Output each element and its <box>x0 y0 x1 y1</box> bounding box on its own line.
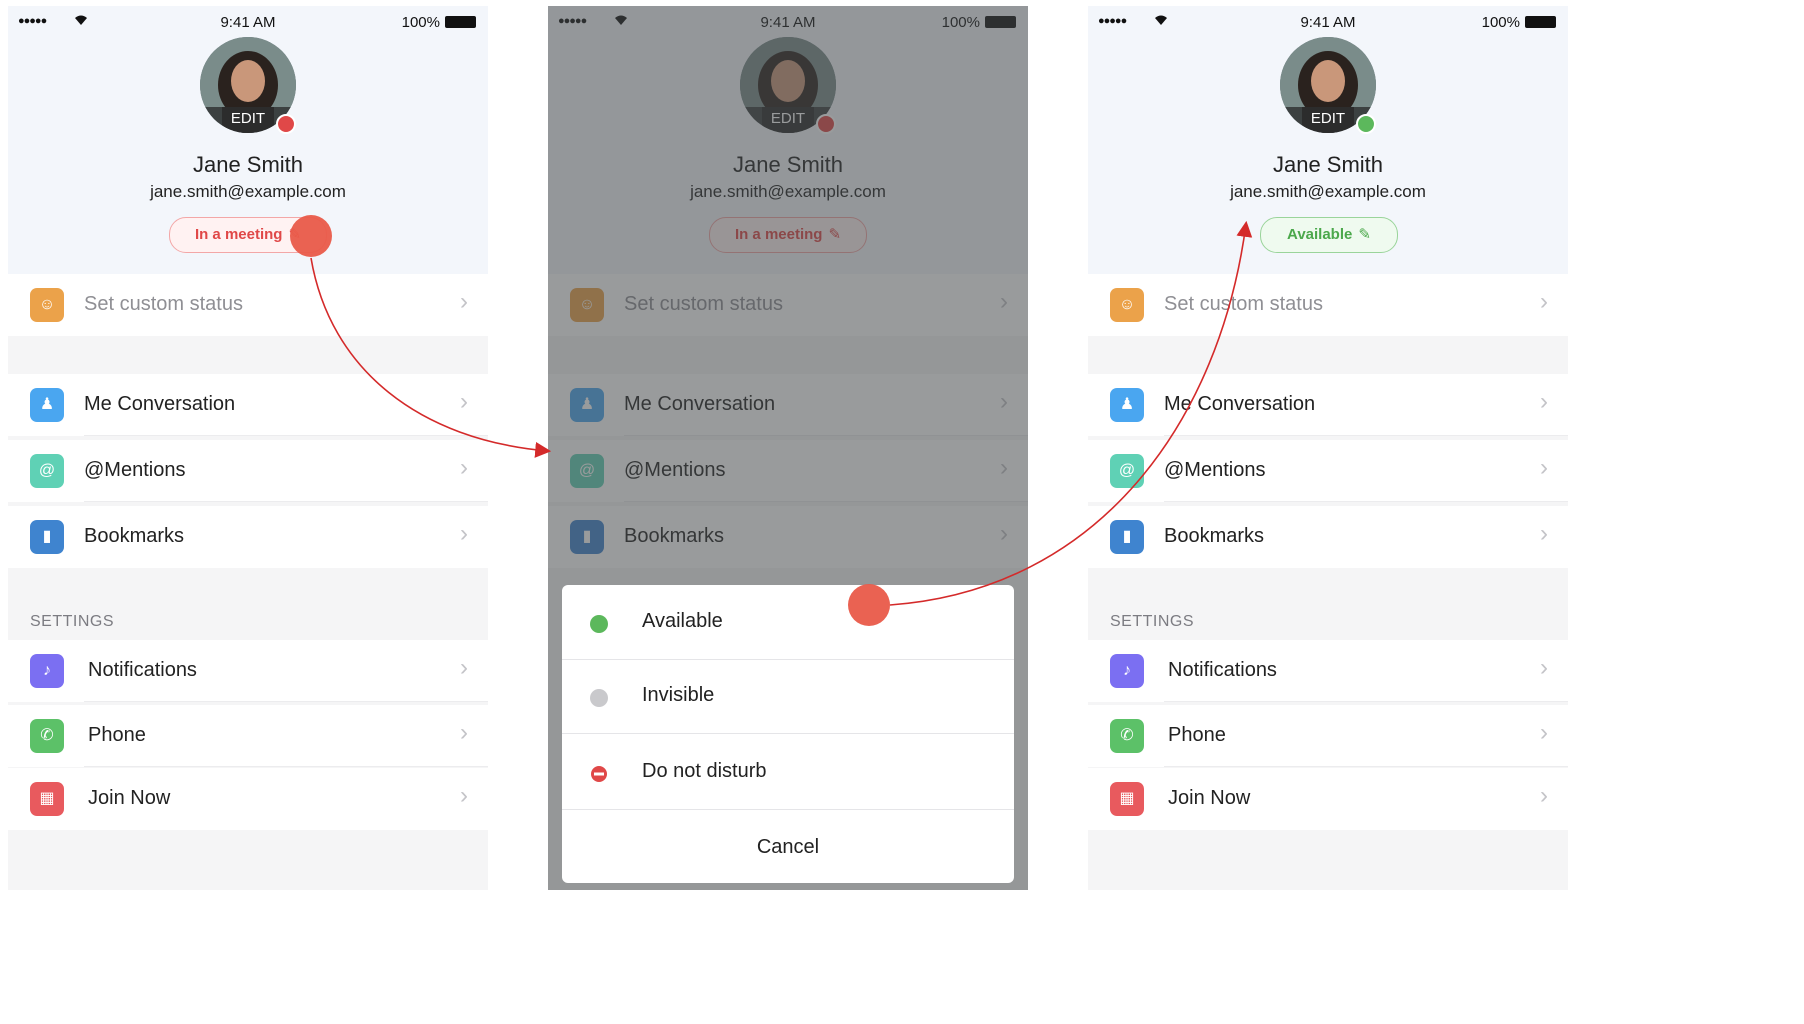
divider <box>1164 766 1568 767</box>
divider <box>84 766 488 767</box>
divider <box>1164 435 1568 436</box>
menu-item-label: Me Conversation <box>84 393 236 415</box>
chevron-right-icon: › <box>1540 654 1548 681</box>
pencil-icon: ✎ <box>1358 226 1371 243</box>
chevron-right-icon: › <box>460 782 468 809</box>
status-pill-label: In a meeting <box>194 226 283 243</box>
divider <box>84 701 488 702</box>
menu-item-mentions[interactable]: @ @Mentions › <box>1088 440 1568 502</box>
user-name: Jane Smith <box>192 152 304 177</box>
status-action-sheet: Available Invisible Do not disturb Cance… <box>562 585 1014 883</box>
menu-item-phone[interactable]: ✆ Phone › <box>8 705 488 767</box>
calendar-icon: ▦ <box>30 782 64 816</box>
chevron-right-icon: › <box>1540 782 1548 809</box>
stage: ●●●●● 9:41 AM 100% EDIT Jane Smith jane.… <box>0 0 1568 890</box>
smiley-icon: ☺ <box>30 288 64 322</box>
status-bar: ●●●●● 9:41 AM 100% <box>1088 6 1568 36</box>
sheet-option-label: Available <box>642 610 723 632</box>
settings-section-header: SETTINGS <box>1110 613 1195 630</box>
menu-item-label: Phone <box>88 724 146 746</box>
menu-item-custom-status[interactable]: ☺ Set custom status › <box>1088 274 1568 336</box>
divider <box>84 501 488 502</box>
divider <box>84 435 488 436</box>
status-pill-label: Available <box>1287 226 1353 243</box>
smiley-icon: ☺ <box>1110 288 1144 322</box>
menu-item-notifications[interactable]: ♪ Notifications › <box>8 640 488 702</box>
person-icon: ♟ <box>1110 388 1144 422</box>
menu-item-me-conversation[interactable]: ♟ Me Conversation › <box>1088 374 1568 436</box>
battery-icon <box>1525 16 1556 28</box>
do-not-disturb-icon <box>591 766 607 782</box>
menu-item-label: Me Conversation <box>1164 393 1316 415</box>
calendar-icon: ▦ <box>1110 782 1144 816</box>
presence-available-dot <box>1356 114 1376 134</box>
menu-item-label: Bookmarks <box>1164 525 1265 547</box>
sheet-option-do-not-disturb[interactable]: Do not disturb <box>562 735 1014 810</box>
chevron-right-icon: › <box>1540 520 1548 547</box>
divider <box>1164 501 1568 502</box>
sheet-option-label: Invisible <box>642 684 715 706</box>
bookmark-icon: ▮ <box>30 520 64 554</box>
phone-screen-before: ●●●●● 9:41 AM 100% EDIT Jane Smith jane.… <box>8 6 488 890</box>
chevron-right-icon: › <box>1540 454 1548 481</box>
bell-icon: ♪ <box>30 654 64 688</box>
bell-icon: ♪ <box>1110 654 1144 688</box>
menu-item-label: Phone <box>1168 724 1226 746</box>
status-pill-available[interactable]: Available ✎ <box>1260 217 1398 253</box>
menu-item-label: Set custom status <box>84 293 243 315</box>
at-icon: @ <box>1110 454 1144 488</box>
chevron-right-icon: › <box>460 454 468 481</box>
chevron-right-icon: › <box>1540 388 1548 415</box>
chevron-right-icon: › <box>460 719 468 746</box>
presence-busy-dot <box>276 114 296 134</box>
divider <box>1164 701 1568 702</box>
phone-screen-status-sheet: ●●●●● 9:41 AM 100% EDIT Jane Smith jane.… <box>548 6 1028 890</box>
menu-item-label: Join Now <box>88 787 171 809</box>
sheet-option-invisible[interactable]: Invisible <box>562 659 1014 734</box>
user-email: jane.smith@example.com <box>150 182 346 201</box>
chevron-right-icon: › <box>460 520 468 547</box>
menu-item-label: Bookmarks <box>84 525 185 547</box>
available-dot-icon <box>590 615 608 633</box>
sheet-option-available[interactable]: Available <box>562 585 1014 660</box>
at-icon: @ <box>30 454 64 488</box>
menu-item-custom-status[interactable]: ☺ Set custom status › <box>8 274 488 336</box>
sheet-option-label: Do not disturb <box>642 760 767 782</box>
battery-icon <box>445 16 476 28</box>
cancel-button[interactable]: Cancel <box>562 811 1014 883</box>
chevron-right-icon: › <box>460 288 468 315</box>
menu-item-phone[interactable]: ✆ Phone › <box>1088 705 1568 767</box>
menu-item-label: Notifications <box>88 659 197 681</box>
menu-item-label: @Mentions <box>84 459 186 481</box>
user-email: jane.smith@example.com <box>1230 182 1426 201</box>
menu-item-bookmarks[interactable]: ▮ Bookmarks › <box>8 506 488 568</box>
tap-marker-available-option <box>848 584 890 626</box>
menu-item-label: @Mentions <box>1164 459 1266 481</box>
user-name: Jane Smith <box>1272 152 1384 177</box>
menu-item-label: Set custom status <box>1164 293 1323 315</box>
menu-item-me-conversation[interactable]: ♟ Me Conversation › <box>8 374 488 436</box>
menu-item-notifications[interactable]: ♪ Notifications › <box>1088 640 1568 702</box>
menu-item-mentions[interactable]: @ @Mentions › <box>8 440 488 502</box>
settings-section-header: SETTINGS <box>30 613 115 630</box>
chevron-right-icon: › <box>1540 288 1548 315</box>
phone-icon: ✆ <box>30 719 64 753</box>
menu-item-label: Join Now <box>1168 787 1251 809</box>
battery-percent: 100% <box>401 14 440 31</box>
tap-marker-status-pill <box>290 215 332 257</box>
person-icon: ♟ <box>30 388 64 422</box>
phone-screen-after: ●●●●● 9:41 AM 100% EDIT Jane Smith jane.… <box>1088 6 1568 890</box>
chevron-right-icon: › <box>460 654 468 681</box>
chevron-right-icon: › <box>1540 719 1548 746</box>
menu-item-bookmarks[interactable]: ▮ Bookmarks › <box>1088 506 1568 568</box>
menu-item-label: Notifications <box>1168 659 1277 681</box>
menu-item-join-now[interactable]: ▦ Join Now › <box>8 768 488 830</box>
menu-item-join-now[interactable]: ▦ Join Now › <box>1088 768 1568 830</box>
bookmark-icon: ▮ <box>1110 520 1144 554</box>
invisible-dot-icon <box>590 689 608 707</box>
battery-percent: 100% <box>1481 14 1520 31</box>
chevron-right-icon: › <box>460 388 468 415</box>
phone-icon: ✆ <box>1110 719 1144 753</box>
status-bar: ●●●●● 9:41 AM 100% <box>8 6 488 36</box>
